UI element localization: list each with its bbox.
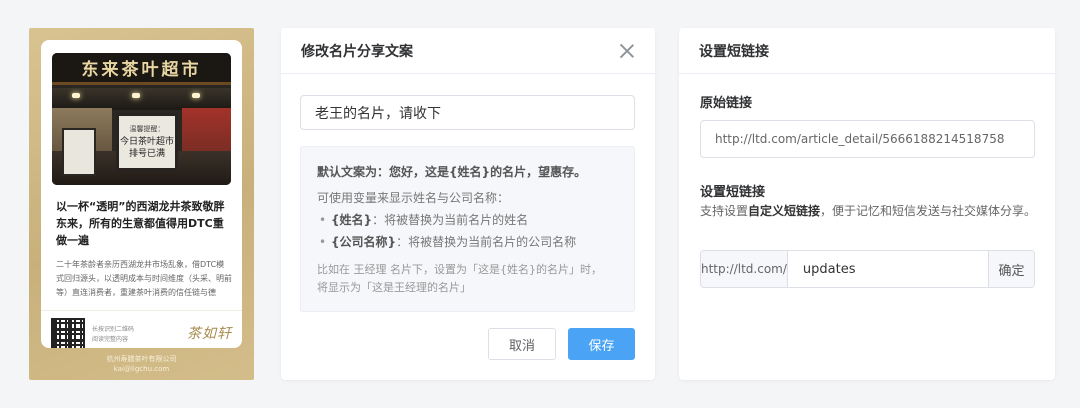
qr-code-icon: [51, 318, 85, 348]
article-title: 以一杯“透明”的西湖龙井茶致敬胖东来，所有的生意都值得用DTC重做一遍: [56, 200, 225, 247]
panel-header: 设置短链接: [679, 28, 1055, 74]
short-link-input-group: http://ltd.com/ 确定: [700, 250, 1035, 288]
default-text-hint: 默认文案为：您好，这是{姓名}的名片，望惠存。: [317, 165, 587, 179]
confirm-button[interactable]: 确定: [987, 251, 1034, 287]
card-preview: 东来茶叶超市 温馨提醒： 今日茶叶超市 排号已满 以一杯“透明”的西湖龙井茶致敬…: [29, 28, 254, 380]
article-cover-image: 东来茶叶超市 温馨提醒： 今日茶叶超市 排号已满: [52, 53, 231, 185]
variable-item: {公司名称}：将被替换为当前名片的公司名称: [317, 231, 618, 253]
dialog-header: 修改名片分享文案: [281, 28, 655, 74]
shop-sign: 东来茶叶超市: [52, 53, 231, 85]
original-link-label: 原始链接: [700, 96, 753, 111]
dialog-title: 修改名片分享文案: [301, 43, 413, 60]
short-link-suffix-input[interactable]: [787, 251, 988, 287]
short-link-label: 设置短链接: [700, 185, 766, 200]
close-icon[interactable]: [619, 43, 635, 59]
domain-prefix: http://ltd.com/: [701, 251, 788, 287]
short-link-description: 支持设置自定义短链接，便于记忆和短信发送与社交媒体分享。: [700, 204, 1037, 218]
save-button[interactable]: 保存: [568, 328, 635, 360]
example-hint: 比如在 王经理 名片下，设置为「这是{姓名}的名片」时， 将显示为「这是王经理的…: [317, 263, 602, 294]
notice-board: 温馨提醒： 今日茶叶超市 排号已满: [116, 113, 178, 171]
variable-hint-box: 默认文案为：您好，这是{姓名}的名片，望惠存。 可使用变量来显示姓名与公司名称：…: [300, 146, 635, 312]
short-link-panel: 设置短链接 原始链接 http://ltd.com/article_detail…: [679, 28, 1055, 380]
qr-caption: 长按识别二维码 阅读完整内容: [92, 326, 135, 343]
brand-logo: 茶如轩: [187, 326, 232, 342]
panel-title: 设置短链接: [699, 43, 769, 60]
cancel-button[interactable]: 取消: [488, 328, 556, 360]
card-footer: 长按识别二维码 阅读完整内容 茶如轩: [41, 310, 242, 348]
edit-share-text-dialog: 修改名片分享文案 默认文案为：您好，这是{姓名}的名片，望惠存。 可使用变量来显…: [281, 28, 655, 380]
original-link-field[interactable]: http://ltd.com/article_detail/5666188214…: [700, 120, 1035, 158]
variable-item: {姓名}：将被替换为当前名片的姓名: [317, 209, 618, 231]
article-summary: 二十年茶龄者亲历西湖龙井市场乱象，借DTC模式回归源头，以透明成本与时间维度（头…: [56, 260, 232, 297]
card-company-info: 杭州寿膳茶叶有限公司 kai@ligchu.com: [106, 355, 177, 373]
card-content: 东来茶叶超市 温馨提醒： 今日茶叶超市 排号已满 以一杯“透明”的西湖龙井茶致敬…: [41, 40, 242, 348]
variable-list: {姓名}：将被替换为当前名片的姓名 {公司名称}：将被替换为当前名片的公司名称: [317, 209, 618, 253]
share-text-input[interactable]: [300, 95, 635, 130]
variable-intro: 可使用变量来显示姓名与公司名称：: [317, 191, 510, 205]
